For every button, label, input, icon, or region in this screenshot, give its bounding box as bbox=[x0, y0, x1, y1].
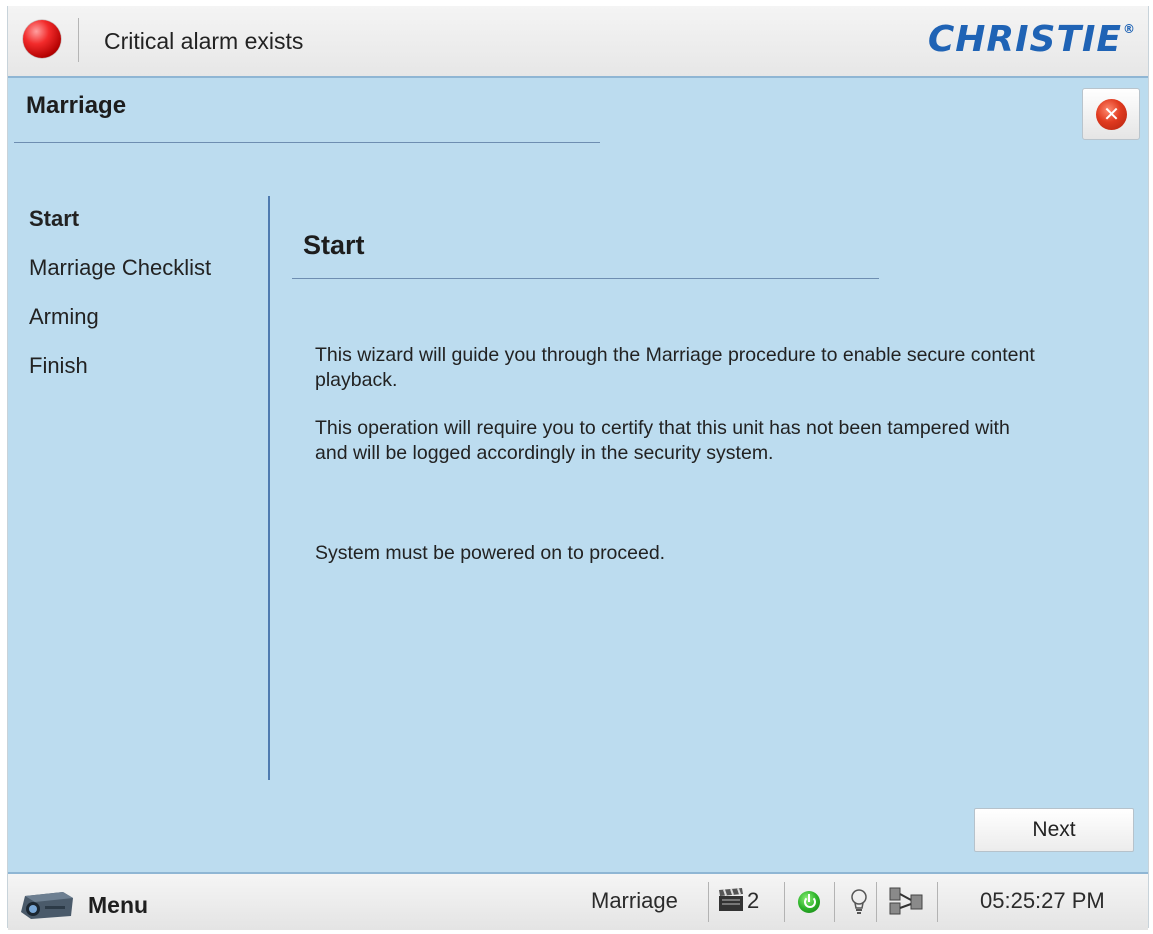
status-separator bbox=[876, 882, 877, 922]
status-separator bbox=[937, 882, 938, 922]
nav-item-marriage-checklist[interactable]: Marriage Checklist bbox=[29, 255, 211, 304]
red-alarm-led-icon[interactable] bbox=[23, 20, 61, 58]
status-bar: Menu Marriage 2 05:25:27 PM bbox=[8, 872, 1148, 930]
alarm-bar: Critical alarm exists CHRISTIE® bbox=[8, 6, 1148, 78]
show-count: 2 bbox=[747, 888, 760, 913]
close-icon: ✕ bbox=[1096, 99, 1127, 130]
step-title: Start bbox=[303, 230, 365, 260]
certification-paragraph: This operation will require you to certi… bbox=[315, 417, 1010, 464]
projector-icon bbox=[21, 892, 73, 919]
clapperboard-icon[interactable] bbox=[718, 888, 744, 912]
lamp-bulb-icon[interactable] bbox=[850, 888, 868, 916]
power-on-icon[interactable] bbox=[798, 891, 820, 913]
clock: 05:25:27 PM bbox=[980, 888, 1105, 913]
wizard-steps-nav: Start Marriage Checklist Arming Finish bbox=[29, 206, 211, 402]
alarm-separator bbox=[78, 18, 79, 62]
status-separator bbox=[784, 882, 785, 922]
intro-paragraph: This wizard will guide you through the M… bbox=[315, 344, 1035, 391]
page-title: Marriage bbox=[26, 92, 127, 119]
close-button[interactable]: ✕ bbox=[1082, 88, 1140, 140]
power-requirement-text: System must be powered on to proceed. bbox=[315, 542, 666, 564]
nav-divider bbox=[268, 196, 270, 780]
alarm-message[interactable]: Critical alarm exists bbox=[104, 28, 303, 55]
next-button[interactable]: Next bbox=[974, 808, 1134, 852]
network-icon[interactable] bbox=[888, 885, 924, 917]
nav-item-start[interactable]: Start bbox=[29, 206, 211, 255]
menu-button[interactable]: Menu bbox=[14, 880, 174, 926]
nav-item-arming[interactable]: Arming bbox=[29, 304, 211, 353]
christie-logo: CHRISTIE® bbox=[928, 19, 1136, 60]
step-title-divider bbox=[292, 278, 879, 279]
brand-name: CHRISTIE bbox=[927, 19, 1122, 60]
status-separator bbox=[708, 882, 709, 922]
title-divider bbox=[14, 142, 600, 143]
status-separator bbox=[834, 882, 835, 922]
status-mode-label: Marriage bbox=[591, 888, 678, 913]
nav-item-finish[interactable]: Finish bbox=[29, 353, 211, 402]
registered-mark: ® bbox=[1123, 22, 1136, 36]
app-window: Critical alarm exists CHRISTIE® Marriage… bbox=[7, 6, 1149, 930]
menu-label: Menu bbox=[88, 892, 149, 918]
